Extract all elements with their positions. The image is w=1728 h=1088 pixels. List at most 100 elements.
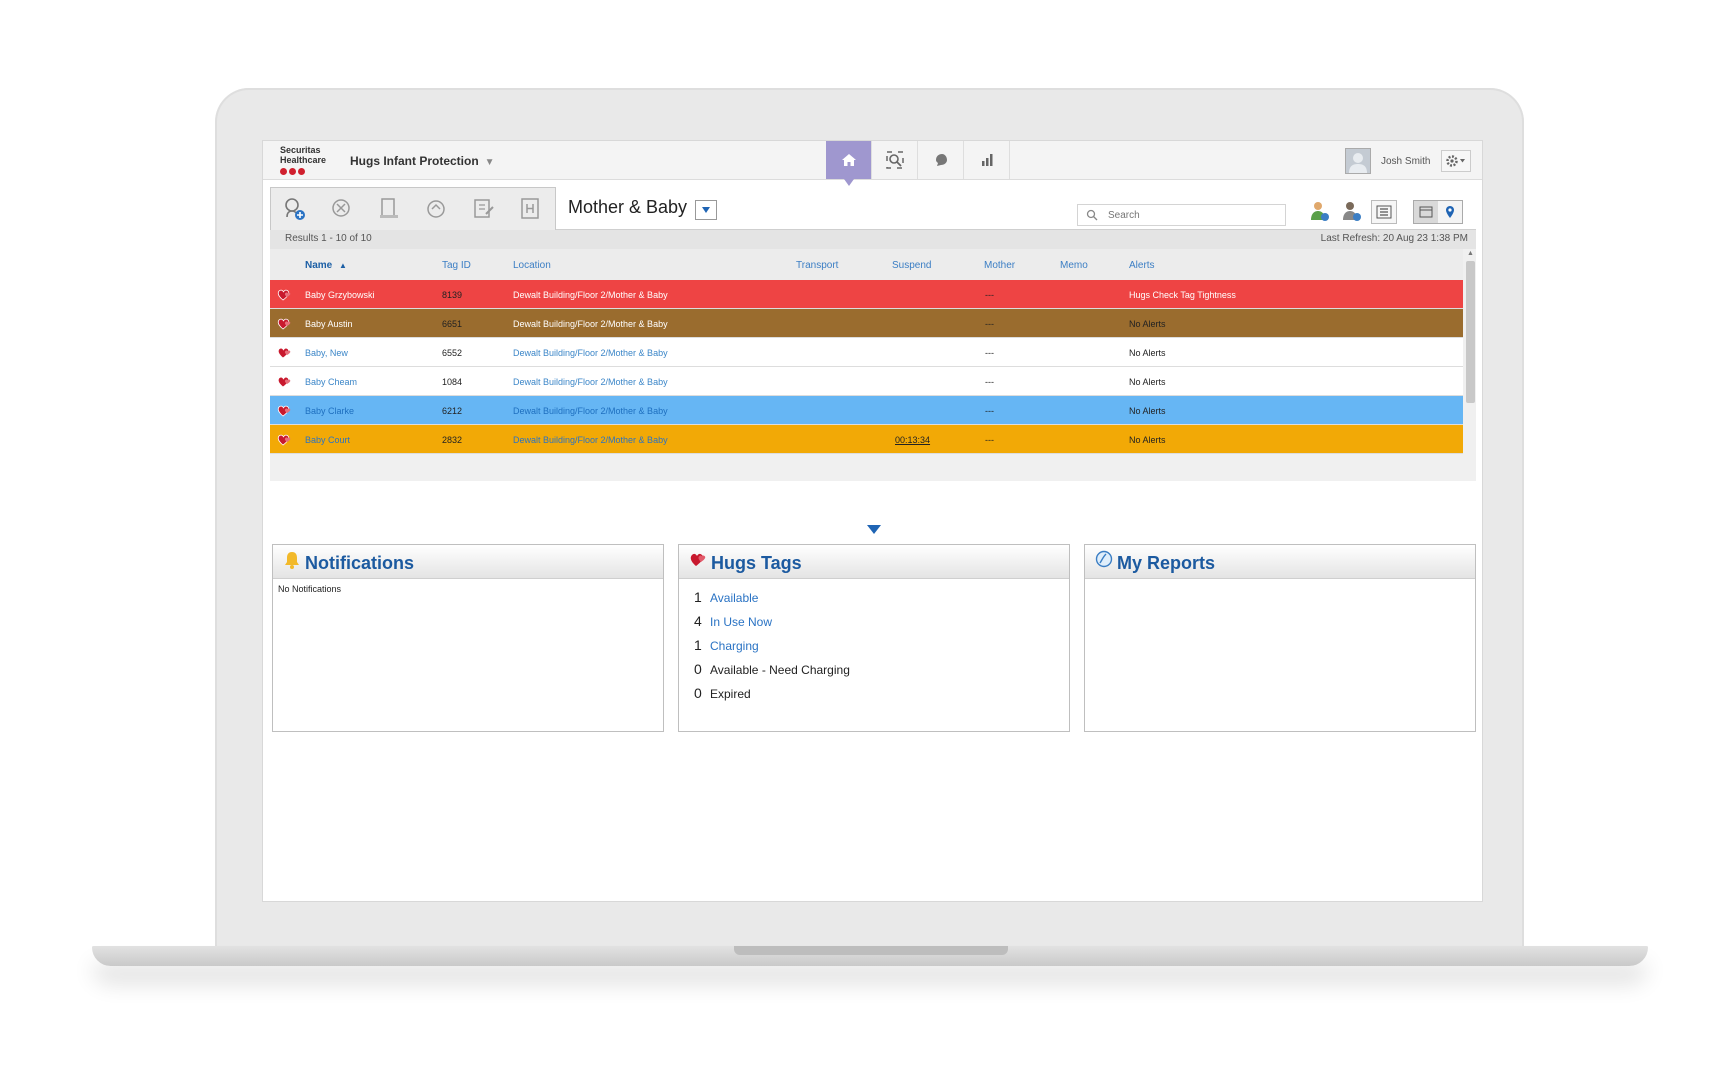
baby-icon xyxy=(935,154,947,166)
expand-table-arrow-icon[interactable] xyxy=(867,525,881,534)
nav-tab-infants[interactable] xyxy=(918,141,964,179)
admit-infant-button[interactable] xyxy=(282,196,308,222)
bed-button[interactable] xyxy=(376,196,402,222)
main-nav xyxy=(826,141,1010,186)
column-header-location[interactable]: Location xyxy=(513,260,551,271)
staff-filter-button[interactable] xyxy=(1339,199,1365,225)
tag-exchange-icon xyxy=(426,200,445,218)
column-header-tag-id[interactable]: Tag ID xyxy=(442,260,471,271)
app-title: Hugs Infant Protection xyxy=(350,154,479,168)
map-pin-icon xyxy=(1446,206,1454,218)
app-screen: Securitas Healthcare Hugs Infant Protect… xyxy=(263,141,1482,901)
column-header-name[interactable]: Name ▲ xyxy=(305,260,347,271)
app-title-selector[interactable]: Hugs Infant Protection ▼ xyxy=(350,154,495,168)
row-alerts: No Alerts xyxy=(1129,435,1166,445)
my-reports-panel-header: My Reports xyxy=(1085,545,1475,579)
chevron-down-icon xyxy=(702,207,710,213)
discharge-button[interactable] xyxy=(329,196,355,222)
table-row[interactable]: Baby Court 2832 Dewalt Building/Floor 2/Mo… xyxy=(270,425,1463,454)
tag-status-count: 0 xyxy=(694,661,702,677)
column-header-memo[interactable]: Memo xyxy=(1060,260,1088,271)
table-row[interactable]: Baby Clarke 6212 Dewalt Building/Floor 2/M… xyxy=(270,396,1463,425)
unit-toolbar: Mother & Baby xyxy=(270,187,1476,230)
nav-tab-tag-search[interactable] xyxy=(872,141,918,179)
hugs-tags-panel-header: Hugs Tags xyxy=(679,545,1069,579)
admit-infant-icon xyxy=(284,198,305,220)
scroll-up-icon[interactable]: ▲ xyxy=(1467,250,1474,257)
scrollbar-thumb[interactable] xyxy=(1466,261,1475,403)
nav-tab-home[interactable] xyxy=(826,141,872,186)
table-row[interactable]: Baby Grzybowski 8139 Dewalt Building/Floor… xyxy=(270,280,1463,309)
row-tag-id: 6212 xyxy=(442,406,463,416)
row-name: Baby Clarke xyxy=(305,406,355,416)
row-mother: --- xyxy=(985,290,994,300)
gear-icon xyxy=(1446,155,1465,167)
action-toolbar xyxy=(270,187,556,230)
tag-status-link[interactable]: Available xyxy=(710,591,758,605)
row-alerts: No Alerts xyxy=(1129,377,1166,387)
row-tag-id: 2832 xyxy=(442,435,463,445)
table-row[interactable]: Baby, New 6552 Dewalt Building/Floor 2/Mot… xyxy=(270,338,1463,367)
settings-button[interactable] xyxy=(1441,150,1471,172)
my-reports-panel: My Reports xyxy=(1084,544,1476,732)
table-view-button[interactable] xyxy=(1414,201,1438,223)
edit-button[interactable] xyxy=(471,196,497,222)
column-name-label: Name xyxy=(305,260,333,271)
hospital-icon xyxy=(521,198,540,219)
top-header: Securitas Healthcare Hugs Infant Protect… xyxy=(263,141,1482,186)
notifications-panel-header: Notifications xyxy=(273,545,663,579)
row-location: Dewalt Building/Floor 2/Mother & Baby xyxy=(513,348,668,358)
mother-infant-icon xyxy=(1311,202,1329,221)
table-row[interactable]: Baby Austin 6651 Dewalt Building/Floor 2/M… xyxy=(270,309,1463,338)
calendar-icon xyxy=(1419,206,1433,218)
hugs-tag-heart-icon xyxy=(277,374,293,390)
row-name: Baby Austin xyxy=(305,319,353,329)
view-toggle xyxy=(1413,200,1463,224)
mother-baby-filter-button[interactable] xyxy=(1307,199,1333,225)
view-controls xyxy=(1307,199,1463,225)
my-reports-title: My Reports xyxy=(1117,553,1216,573)
column-header-transport[interactable]: Transport xyxy=(796,260,838,271)
tag-status-link[interactable]: In Use Now xyxy=(710,615,772,629)
hugs-heart-icon xyxy=(690,553,706,566)
row-name: Baby, New xyxy=(305,348,348,358)
search-tag-icon xyxy=(885,151,904,169)
row-tag-id: 8139 xyxy=(442,290,463,300)
tag-exchange-button[interactable] xyxy=(424,196,450,222)
notifications-panel: Notifications No Notifications xyxy=(272,544,664,732)
tag-status-count: 4 xyxy=(694,613,702,629)
nav-tab-reports[interactable] xyxy=(964,141,1010,179)
tag-status-count: 0 xyxy=(694,685,702,701)
edit-icon xyxy=(474,199,494,218)
results-summary: Results 1 - 10 of 10 xyxy=(285,233,372,244)
tag-status-link[interactable]: Charging xyxy=(710,639,759,653)
user-menu[interactable]: Josh Smith xyxy=(1345,148,1430,174)
hugs-tag-heart-icon xyxy=(277,287,293,303)
unit-dropdown-button[interactable] xyxy=(695,200,717,220)
row-name: Baby Grzybowski xyxy=(305,290,375,300)
column-header-alerts[interactable]: Alerts xyxy=(1129,260,1155,271)
search-icon xyxy=(1086,209,1098,221)
map-view-button[interactable] xyxy=(1438,201,1462,223)
list-icon xyxy=(1376,205,1392,219)
column-header-mother[interactable]: Mother xyxy=(984,260,1015,271)
search-input[interactable] xyxy=(1106,207,1280,223)
row-suspend[interactable]: 00:13:34 xyxy=(895,435,930,445)
column-header-suspend[interactable]: Suspend xyxy=(892,260,931,271)
tag-status-count: 1 xyxy=(694,637,702,653)
staff-icon xyxy=(1343,202,1361,221)
home-icon xyxy=(841,154,856,166)
table-row[interactable]: Baby Cheam 1084 Dewalt Building/Floor 2/Mo… xyxy=(270,367,1463,396)
search-box xyxy=(1077,204,1286,226)
row-mother: --- xyxy=(985,435,994,445)
discharge-icon xyxy=(332,199,350,217)
app-title-caret: ▼ xyxy=(484,157,495,168)
row-location: Dewalt Building/Floor 2/Mother & Baby xyxy=(513,435,668,445)
list-view-button[interactable] xyxy=(1371,200,1397,224)
table-scrollbar[interactable]: ▲ xyxy=(1465,249,1476,481)
avatar xyxy=(1345,148,1371,174)
hugs-tag-heart-icon xyxy=(277,403,293,419)
user-name: Josh Smith xyxy=(1381,155,1431,167)
hugs-tag-heart-icon xyxy=(277,432,293,448)
hospital-button[interactable] xyxy=(518,196,544,222)
